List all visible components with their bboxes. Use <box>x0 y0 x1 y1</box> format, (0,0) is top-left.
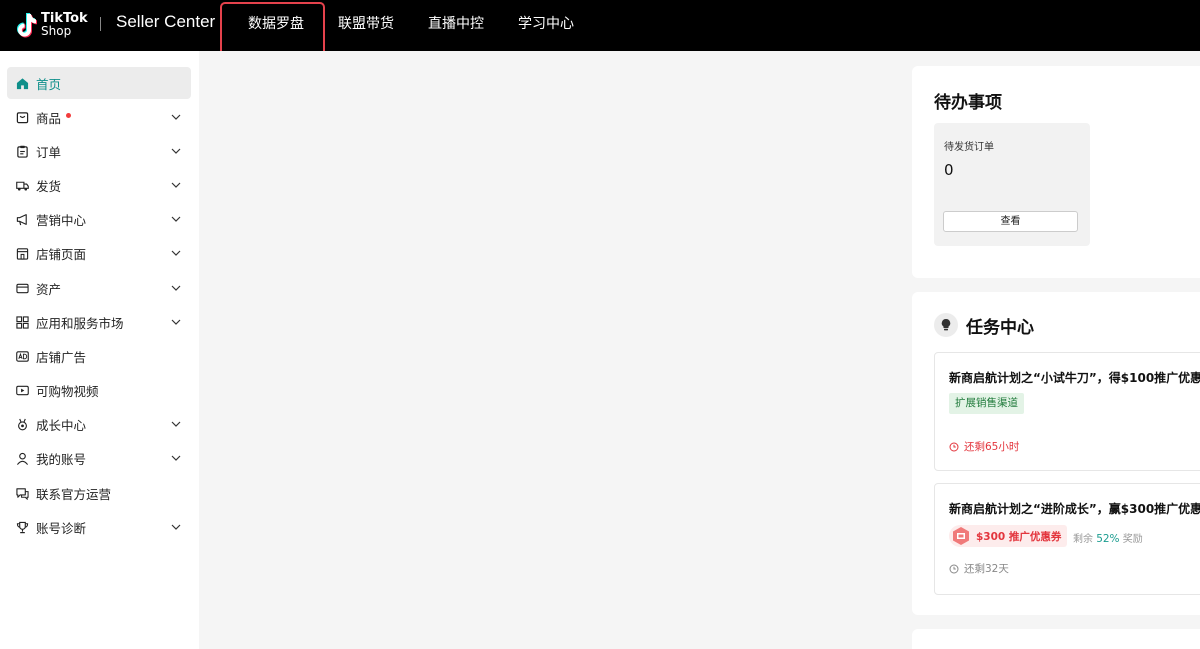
chat-icon <box>16 487 29 500</box>
sidebar-item-label: 可购物视频 <box>36 383 99 399</box>
nav-learning-center[interactable]: 学习中心 <box>518 13 574 33</box>
sidebar-item-label: 订单 <box>36 144 62 160</box>
clipboard-icon <box>16 145 29 158</box>
clock-icon <box>949 442 959 451</box>
task-time-text: 还剩65小时 <box>964 441 1020 453</box>
nav-live-control[interactable]: 直播中控 <box>428 13 484 33</box>
clock-icon <box>949 564 959 573</box>
task-item[interactable]: 新商启航计划之“进阶成长”，赢$300推广优惠 $300 推广优惠券 剩余 52… <box>934 483 1200 595</box>
remain-prefix: 剩余 <box>1073 534 1093 545</box>
brand-title: Seller Center <box>116 12 216 31</box>
next-card <box>912 629 1200 649</box>
coupon-icon <box>953 527 969 545</box>
nav-highlight-box <box>220 2 325 57</box>
wallet-icon <box>16 282 29 295</box>
todo-box-count: 0 <box>944 161 954 179</box>
sidebar-item-contact-ops[interactable]: 联系官方运营 <box>7 477 191 509</box>
task-item-title: 新商启航计划之“进阶成长”，赢$300推广优惠 <box>949 502 1200 516</box>
sidebar-item-label: 店铺页面 <box>36 246 87 262</box>
task-time-remaining: 还剩65小时 <box>949 439 1019 454</box>
ad-icon <box>16 350 29 363</box>
sidebar-item-growth-center[interactable]: 成长中心 <box>7 408 191 440</box>
coupon-badge: $300 推广优惠券 <box>949 525 1068 547</box>
trophy-icon <box>16 521 29 534</box>
notification-dot <box>66 112 72 118</box>
apps-icon <box>16 315 29 329</box>
todo-card: 待办事项 待发货订单 0 查看 <box>912 66 1200 278</box>
tiktok-shop-logo[interactable]: TikTok Shop <box>14 11 88 39</box>
todo-title: 待办事项 <box>934 93 1002 113</box>
sidebar-item-products[interactable]: 商品 <box>7 101 191 133</box>
todo-box-label: 待发货订单 <box>944 142 994 153</box>
remaining-reward: 剩余 52% 奖励 <box>1073 530 1143 545</box>
lightbulb-icon <box>934 313 958 337</box>
store-icon <box>16 247 29 260</box>
chevron-down-icon <box>171 250 181 256</box>
product-icon <box>16 111 29 124</box>
sidebar-item-label: 联系官方运营 <box>36 486 112 502</box>
chevron-down-icon <box>171 285 181 291</box>
view-button[interactable]: 查看 <box>943 211 1078 232</box>
video-icon <box>16 384 29 397</box>
chevron-down-icon <box>171 182 181 188</box>
task-center-card: 任务中心 新商启航计划之“小试牛刀”，得$100推广优惠 扩展销售渠道 还剩65… <box>912 292 1200 615</box>
sidebar-item-store-pages[interactable]: 店铺页面 <box>7 237 191 269</box>
task-item-title: 新商启航计划之“小试牛刀”，得$100推广优惠 <box>949 371 1200 385</box>
chevron-down-icon <box>171 319 181 325</box>
sidebar-item-orders[interactable]: 订单 <box>7 135 191 167</box>
sidebar-item-account-diagnosis[interactable]: 账号诊断 <box>7 511 191 543</box>
sidebar-item-home[interactable]: 首页 <box>7 67 191 99</box>
chevron-down-icon <box>171 216 181 222</box>
task-tag: 扩展销售渠道 <box>949 393 1024 414</box>
sidebar-item-label: 营销中心 <box>36 212 87 228</box>
sidebar-item-assets[interactable]: 资产 <box>7 272 191 304</box>
top-bar: TikTok Shop Seller Center 数据罗盘 联盟带货 直播中控… <box>0 0 1200 57</box>
truck-icon <box>16 179 29 192</box>
sidebar-item-label: 应用和服务市场 <box>36 315 124 331</box>
nav-affiliate[interactable]: 联盟带货 <box>338 13 394 33</box>
chevron-down-icon <box>171 455 181 461</box>
chevron-down-icon <box>171 524 181 530</box>
task-time-text: 还剩32天 <box>964 563 1009 575</box>
sidebar-item-app-market[interactable]: 应用和服务市场 <box>7 306 191 338</box>
chevron-down-icon <box>171 114 181 120</box>
sidebar: 首页 商品 订单 发货 营销中心 店铺页面 资产 应用和服务市场 店铺广告 可购… <box>0 51 199 649</box>
sidebar-item-marketing[interactable]: 营销中心 <box>7 203 191 235</box>
chevron-down-icon <box>171 421 181 427</box>
sidebar-item-shoppable-video[interactable]: 可购物视频 <box>7 374 191 406</box>
task-item[interactable]: 新商启航计划之“小试牛刀”，得$100推广优惠 扩展销售渠道 还剩65小时 <box>934 352 1200 471</box>
megaphone-icon <box>16 213 29 226</box>
sidebar-item-label: 发货 <box>36 178 62 194</box>
sidebar-item-shipping[interactable]: 发货 <box>7 169 191 201</box>
logo-text: TikTok Shop <box>41 12 88 38</box>
sidebar-item-label: 我的账号 <box>36 451 87 467</box>
logo-line2: Shop <box>41 24 72 38</box>
sidebar-item-label: 资产 <box>36 281 62 297</box>
sidebar-item-label: 成长中心 <box>36 417 87 433</box>
sidebar-item-my-account[interactable]: 我的账号 <box>7 442 191 474</box>
remain-suffix: 奖励 <box>1122 534 1143 545</box>
remain-percent: 52% <box>1096 533 1120 545</box>
sidebar-item-label: 商品 <box>36 110 62 126</box>
todo-pending-shipment: 待发货订单 0 查看 <box>934 123 1090 246</box>
sidebar-item-store-ads[interactable]: 店铺广告 <box>7 340 191 372</box>
task-time-remaining: 还剩32天 <box>949 561 1009 576</box>
coupon-text: $300 推广优惠券 <box>976 530 1062 543</box>
user-icon <box>16 452 29 465</box>
tiktok-logo-icon <box>14 11 38 39</box>
sidebar-item-label: 账号诊断 <box>36 520 87 536</box>
task-center-title: 任务中心 <box>966 318 1034 338</box>
medal-icon <box>16 418 29 431</box>
logo-divider <box>100 17 101 31</box>
sidebar-item-label: 首页 <box>36 76 62 92</box>
sidebar-item-label: 店铺广告 <box>36 349 87 365</box>
chevron-down-icon <box>171 148 181 154</box>
home-icon <box>16 77 29 90</box>
